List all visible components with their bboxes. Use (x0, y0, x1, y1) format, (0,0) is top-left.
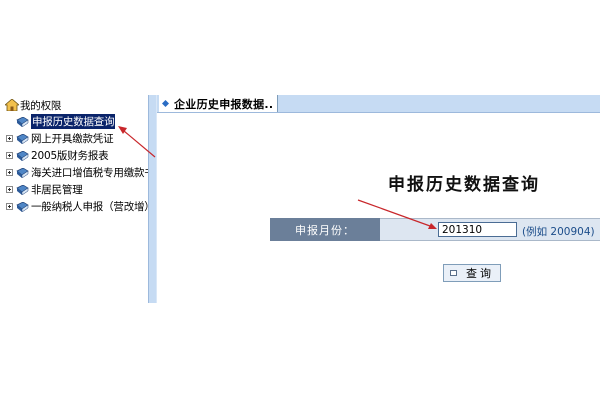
tree-item-label: 申报历史数据查询 (31, 114, 116, 129)
tree-expand-icon[interactable] (6, 203, 13, 210)
tree-item-label: 一般纳税人申报（营改增） (31, 201, 155, 213)
book-icon (16, 201, 29, 212)
tree-expand-icon[interactable] (6, 135, 13, 142)
tree-expander-empty (6, 118, 13, 125)
query-button[interactable]: 查询 (443, 264, 501, 282)
book-icon (16, 184, 29, 195)
tree-item-2005-financial-statements[interactable]: 2005版财务报表 (6, 148, 109, 163)
button-square-icon (450, 270, 457, 276)
declaration-month-cell: (例如 200904) (380, 218, 600, 241)
tree-item-label: 2005版财务报表 (31, 150, 109, 162)
page-title: 申报历史数据查询 (388, 175, 540, 195)
tree-expand-icon[interactable] (6, 152, 13, 159)
tree-expand-icon[interactable] (6, 169, 13, 176)
tab-enterprise-declaration-history[interactable]: 企业历史申报数据.. (159, 95, 279, 112)
tree-item-label: 海关进口增值税专用缴款书 (31, 167, 155, 179)
book-icon (16, 116, 29, 127)
panel-splitter[interactable] (148, 95, 157, 303)
book-icon (16, 133, 29, 144)
declaration-month-input[interactable] (438, 222, 517, 237)
tree-root-label: 我的权限 (20, 99, 62, 112)
tree-item-label: 网上开具缴款凭证 (31, 133, 114, 145)
tree-root-my-permissions[interactable]: 我的权限 (5, 98, 61, 112)
home-icon (5, 99, 19, 111)
book-icon (16, 167, 29, 178)
tab-bar: 企业历史申报数据.. (157, 95, 600, 113)
tree-item-online-payment-voucher[interactable]: 网上开具缴款凭证 (6, 131, 114, 146)
diamond-icon (162, 100, 169, 107)
permission-tree: 我的权限 申报历史数据查询 网上开具缴款凭证 2005版财务报表 海关进口增值税… (0, 95, 155, 303)
tab-label: 企业历史申报数据.. (174, 97, 274, 111)
example-hint: (例如 200904) (522, 226, 595, 238)
tree-item-general-taxpayer-declaration[interactable]: 一般纳税人申报（营改增） (6, 199, 155, 214)
tree-item-non-resident-management[interactable]: 非居民管理 (6, 182, 83, 197)
book-icon (16, 150, 29, 161)
tree-expand-icon[interactable] (6, 186, 13, 193)
declaration-month-label: 申报月份： (270, 218, 380, 241)
tree-item-declaration-history-query[interactable]: 申报历史数据查询 (6, 114, 116, 129)
tree-item-label: 非居民管理 (31, 184, 83, 196)
query-button-label: 查询 (466, 267, 494, 280)
tree-item-customs-import-vat[interactable]: 海关进口增值税专用缴款书 (6, 165, 155, 180)
query-form-row: 申报月份： (例如 200904) (270, 218, 600, 241)
